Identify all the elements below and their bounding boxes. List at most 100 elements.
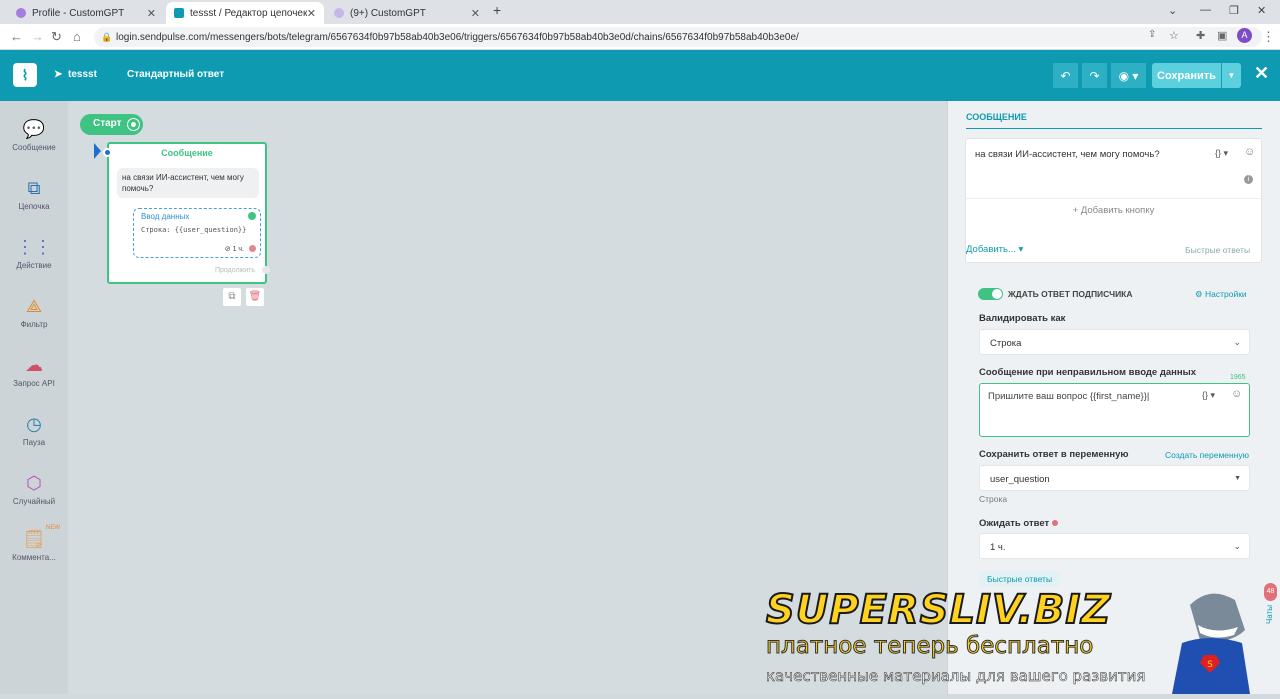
home-icon[interactable]: ⌂ [73, 29, 81, 44]
watermark-subtitle: платное теперь бесплатно [765, 633, 1094, 660]
node-message-text: на связи ИИ-ассистент, чем могу помочь? [117, 168, 259, 198]
chain-icon: ⧉ [27, 178, 41, 198]
share-icon[interactable]: ⇪ [1148, 29, 1156, 40]
node-input-block[interactable]: Ввод данных Строка: {{user_question}} ⊘ … [133, 208, 261, 258]
save-variable-label: Сохранить ответ в переменную [979, 449, 1129, 460]
gear-icon: ⚙ [1195, 289, 1205, 299]
add-menu-dropdown[interactable]: Добавить... ▾ [966, 244, 1023, 255]
variable-type: Строка [979, 494, 1008, 504]
info-icon: i [1244, 175, 1253, 184]
chevron-down-icon: ⌄ [1233, 337, 1241, 347]
browser-tab[interactable]: (9+) CustomGPT ✕ [326, 2, 488, 24]
browser-tab-strip: Profile - CustomGPT ✕ tessst / Редактор … [0, 0, 1280, 24]
tab-message[interactable]: СООБЩЕНИЕ [966, 112, 1027, 122]
error-message-textarea[interactable]: Пришлите ваш вопрос {{first_name}}| {} ▾… [979, 383, 1250, 437]
create-variable-link[interactable]: Создать переменную [1165, 450, 1249, 460]
input-block-title: Ввод данных [141, 212, 190, 221]
browser-menu-icon[interactable]: ⋮ [1262, 29, 1275, 45]
action-icon: ⋮⋮ [16, 237, 52, 257]
close-tab-icon[interactable]: ✕ [147, 7, 156, 20]
sidebar-item-filter[interactable]: ⟁ Фильтр [4, 292, 64, 348]
validate-label: Валидировать как [979, 313, 1066, 324]
sidebar-item-pause[interactable]: ◷ Пауза [4, 410, 64, 466]
sidebar-item-message[interactable]: 💬 Сообщение [4, 115, 64, 171]
browser-tab[interactable]: Profile - CustomGPT ✕ [8, 2, 164, 24]
sidepanel-icon[interactable]: ▣ [1217, 29, 1227, 42]
profile-avatar-icon[interactable]: A [1237, 28, 1252, 43]
start-node[interactable]: Старт [80, 114, 143, 135]
svg-text:S: S [1207, 660, 1213, 670]
validate-select[interactable]: Строка ⌄ [979, 329, 1250, 355]
redo-icon[interactable]: ↷ [1082, 63, 1107, 88]
add-button-link[interactable]: + Добавить кнопку [966, 205, 1261, 216]
sidebar-item-chain[interactable]: ⧉ Цепочка [4, 174, 64, 230]
wait-time-select[interactable]: 1 ч. ⌄ [979, 533, 1250, 559]
clock-icon: ◷ [26, 414, 42, 434]
settings-link[interactable]: ⚙ Настройки [1195, 289, 1247, 300]
chevron-down-icon: ⌄ [1233, 541, 1241, 551]
watermark-tagline: качественные материалы для вашего развит… [766, 667, 1146, 686]
quick-replies-link[interactable]: Быстрые ответы [1185, 245, 1250, 255]
chain-title: Стандартный ответ [127, 69, 225, 80]
extensions-icon[interactable]: ✚ [1196, 29, 1205, 42]
input-block-variable: Строка: {{user_question}} [141, 226, 247, 234]
required-dot-icon [1051, 520, 1058, 526]
save-button[interactable]: Сохранить [1152, 63, 1221, 88]
wait-reply-label: ЖДАТЬ ОТВЕТ ПОДПИСЧИКА [1008, 289, 1133, 299]
sidebar-item-random[interactable]: ⬡ Случайный [4, 469, 64, 525]
bookmark-star-icon[interactable]: ☆ [1169, 29, 1179, 42]
lock-icon: 🔒 [101, 31, 113, 42]
input-timeout: ⊘ 1 ч. [224, 246, 244, 253]
sidebar-item-comment[interactable]: NEW 🗒 Коммента... [4, 525, 64, 581]
close-tab-icon[interactable]: ✕ [471, 7, 480, 20]
window-close-icon[interactable]: ✕ [1257, 4, 1266, 17]
app-header: ⌇ ➤ tessst Стандартный ответ ↶ ↷ ◉ ▾ Сох… [0, 50, 1280, 101]
message-text-area[interactable]: на связи ИИ-ассистент, чем могу помочь? [975, 149, 1160, 160]
timeout-icon: ⊘ [224, 246, 233, 253]
char-counter: 1965 [1230, 374, 1246, 381]
emoji-icon[interactable]: ☺ [1244, 146, 1255, 158]
connection-arrow-icon [94, 143, 101, 159]
watermark-title: SUPERSLIV.BIZ [765, 586, 1112, 634]
telegram-icon: ➤ [54, 69, 63, 80]
sendpulse-logo-icon[interactable]: ⌇ [13, 63, 37, 87]
undo-icon[interactable]: ↶ [1053, 63, 1078, 88]
sendpulse-favicon-icon [174, 8, 184, 18]
message-node[interactable]: Сообщение на связи ИИ-ассистент, чем мог… [103, 142, 270, 284]
input-timeout-connector[interactable] [249, 245, 256, 252]
random-icon: ⬡ [26, 473, 42, 493]
new-tab-icon[interactable]: + [493, 2, 501, 18]
start-connector[interactable] [128, 119, 139, 130]
dropdown-arrow-icon: ▼ [1234, 475, 1241, 482]
tab-list-chevron-icon[interactable]: ⌄ [1168, 4, 1177, 17]
close-editor-icon[interactable]: ✕ [1254, 63, 1269, 84]
forward-icon[interactable]: → [31, 29, 44, 44]
preview-eye-icon[interactable]: ◉ ▾ [1111, 63, 1146, 88]
tab-underline [966, 128, 1262, 129]
reload-icon[interactable]: ↻ [51, 29, 62, 45]
node-continue-label: Продолжить [214, 267, 255, 274]
sidebar-item-api[interactable]: ☁ Запрос API [4, 351, 64, 407]
shark-mascot-icon: S [1160, 585, 1260, 694]
variable-select[interactable]: user_question ▼ [979, 465, 1250, 491]
save-dropdown-icon[interactable]: ▼ [1222, 63, 1241, 88]
emoji-icon[interactable]: ☺ [1231, 388, 1242, 400]
copy-node-icon[interactable]: ⧉ [223, 288, 241, 306]
sidebar-item-action[interactable]: ⋮⋮ Действие [4, 233, 64, 289]
element-sidebar: 💬 Сообщение ⧉ Цепочка ⋮⋮ Действие ⟁ Филь… [0, 101, 68, 694]
input-success-connector[interactable] [248, 212, 256, 220]
bot-name[interactable]: tessst [68, 69, 97, 80]
node-continue-connector[interactable] [262, 266, 270, 274]
browser-tab-active[interactable]: tessst / Редактор цепочек / Ч ✕ [166, 2, 324, 24]
variables-icon[interactable]: {} ▾ [1202, 390, 1215, 401]
wait-reply-toggle[interactable] [978, 288, 1003, 300]
variables-icon[interactable]: {} ▾ [1215, 148, 1228, 159]
delete-node-icon[interactable]: 🗑 [246, 288, 264, 306]
close-tab-icon[interactable]: ✕ [307, 7, 316, 20]
minimize-icon[interactable]: — [1200, 4, 1211, 16]
node-input-connector[interactable] [103, 148, 112, 157]
error-message-label: Сообщение при неправильном вводе данных [979, 367, 1197, 378]
back-icon[interactable]: ← [10, 29, 23, 44]
maximize-icon[interactable]: ❐ [1229, 4, 1239, 17]
url-field[interactable]: 🔒 login.sendpulse.com/messengers/bots/te… [94, 27, 1262, 47]
